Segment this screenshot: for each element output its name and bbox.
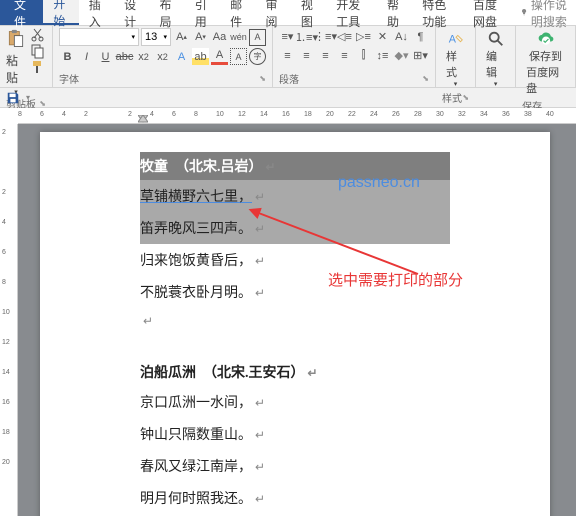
line-spacing-button[interactable]: ↕≡: [374, 47, 391, 64]
group-editing: 编辑 ▾: [476, 26, 516, 87]
show-marks-button[interactable]: ¶: [412, 28, 429, 45]
file-menu[interactable]: 文件: [0, 0, 43, 25]
cut-icon: [30, 27, 46, 43]
horizontal-ruler[interactable]: 8642246810121416182022242628303234363840: [18, 108, 576, 124]
callout-text: 选中需要打印的部分: [328, 269, 463, 290]
multilevel-list-button[interactable]: ⋮≡▾: [317, 28, 334, 45]
format-painter-button[interactable]: [30, 60, 46, 74]
bold-button[interactable]: B: [59, 48, 76, 65]
underline-button[interactable]: U: [97, 48, 114, 65]
paste-button[interactable]: 粘贴 ▾: [6, 28, 26, 96]
styles-label: 样式: [442, 90, 462, 105]
poem2-line2[interactable]: 钟山只隔数重山。↵: [140, 418, 450, 450]
tab-insert[interactable]: 插入: [79, 0, 114, 25]
copy-icon: [30, 43, 46, 59]
text-effects-button[interactable]: A: [173, 48, 190, 65]
font-size-select[interactable]: 13▾: [141, 28, 171, 46]
document-area[interactable]: 牧童 （北宋.吕岩）↵ 草铺横野六七里，↵ 笛弄晚风三四声。↵ 归来饱饭黄昏后，…: [18, 124, 576, 516]
styles-launcher[interactable]: ⬊: [462, 93, 469, 102]
cloud-save-icon: [537, 30, 555, 48]
italic-button[interactable]: I: [78, 48, 95, 65]
highlight-button[interactable]: ab: [192, 48, 209, 65]
tab-special[interactable]: 特色功能: [412, 0, 463, 25]
change-case-button[interactable]: Aa: [211, 29, 228, 46]
svg-text:A: A: [448, 34, 456, 46]
strikethrough-button[interactable]: abc: [116, 48, 133, 65]
superscript-button[interactable]: x2: [154, 48, 171, 65]
grow-font-button[interactable]: A▴: [173, 29, 190, 46]
tab-mailings[interactable]: 邮件: [220, 0, 255, 25]
styles-button[interactable]: A 样式 ▾: [442, 28, 469, 90]
paste-icon: [6, 28, 26, 50]
font-color-button[interactable]: A: [211, 48, 228, 65]
tab-baidu-disk[interactable]: 百度网盘: [463, 0, 514, 25]
font-family-select[interactable]: ▾: [59, 28, 139, 46]
numbering-button[interactable]: ⒈≡▾: [298, 28, 315, 45]
borders-button[interactable]: ⊞▾: [412, 47, 429, 64]
group-clipboard: 粘贴 ▾ 剪贴板⬊: [0, 26, 53, 87]
page: 牧童 （北宋.吕岩）↵ 草铺横野六七里，↵ 笛弄晚风三四声。↵ 归来饱饭黄昏后，…: [40, 132, 550, 516]
group-font: ▾ 13▾ A▴ A▾ Aa wén A B I U abc x2 x2 A a…: [53, 26, 273, 87]
group-styles: A 样式 ▾ 样式⬊: [436, 26, 476, 87]
tab-developer[interactable]: 开发工具: [326, 0, 377, 25]
paragraph-launcher[interactable]: ⬊: [422, 74, 429, 83]
editing-button[interactable]: 编辑 ▾: [482, 28, 509, 90]
poem2-line3[interactable]: 春风又绿江南岸，↵: [140, 450, 450, 482]
save-baidu-button[interactable]: 保存到 百度网盘: [522, 28, 569, 98]
font-label: 字体: [59, 71, 79, 86]
paragraph-label: 段落: [279, 71, 299, 86]
copy-button[interactable]: [30, 44, 46, 58]
tab-design[interactable]: 设计: [114, 0, 149, 25]
char-shading-button[interactable]: A: [230, 48, 247, 65]
distributed-button[interactable]: ⫿: [355, 47, 372, 64]
watermark-text: passneo.cn: [338, 174, 420, 192]
tab-help[interactable]: 帮助: [377, 0, 412, 25]
align-center-button[interactable]: ≡: [298, 47, 315, 64]
poem2-line1[interactable]: 京口瓜洲一水间，↵: [140, 386, 450, 418]
sort-button[interactable]: A↓: [393, 28, 410, 45]
font-launcher[interactable]: ⬊: [259, 74, 266, 83]
styles-icon: A: [447, 30, 465, 48]
char-border-button[interactable]: A: [249, 29, 266, 46]
brush-icon: [30, 59, 46, 75]
group-save: 保存到 百度网盘 保存: [516, 26, 576, 87]
align-left-button[interactable]: ≡: [279, 47, 296, 64]
poem1-line2[interactable]: 笛弄晚风三四声。↵: [140, 212, 450, 244]
asian-layout-button[interactable]: ✕: [374, 28, 391, 45]
clipboard-launcher[interactable]: ⬊: [39, 99, 46, 108]
enclosed-char-button[interactable]: 字: [249, 48, 266, 65]
poem2-title[interactable]: 泊船瓜洲 （北宋.王安石）↵: [140, 358, 450, 386]
tell-me-search[interactable]: 操作说明搜索: [514, 0, 576, 25]
shading-button[interactable]: ◆▾: [393, 47, 410, 64]
align-right-button[interactable]: ≡: [317, 47, 334, 64]
decrease-indent-button[interactable]: ◁≡: [336, 28, 353, 45]
justify-button[interactable]: ≡: [336, 47, 353, 64]
shrink-font-button[interactable]: A▾: [192, 29, 209, 46]
hanging-indent-marker[interactable]: [138, 115, 148, 123]
phonetic-guide-button[interactable]: wén: [230, 29, 247, 46]
save-icon[interactable]: [6, 91, 20, 105]
poem2-line4[interactable]: 明月何时照我还。↵: [140, 482, 450, 514]
group-paragraph: ≡▾ ⒈≡▾ ⋮≡▾ ◁≡ ▷≡ ✕ A↓ ¶ ≡ ≡ ≡ ≡ ⫿ ↕≡ ◆▾ …: [273, 26, 436, 87]
paragraph-mark: ↵: [266, 160, 276, 174]
bullets-button[interactable]: ≡▾: [279, 28, 296, 45]
cut-button[interactable]: [30, 28, 46, 42]
find-icon: [487, 30, 505, 48]
increase-indent-button[interactable]: ▷≡: [355, 28, 372, 45]
tab-view[interactable]: 视图: [291, 0, 326, 25]
tab-home[interactable]: 开始: [43, 0, 78, 25]
tab-references[interactable]: 引用: [185, 0, 220, 25]
vertical-ruler[interactable]: 22468101214161820: [0, 124, 18, 516]
subscript-button[interactable]: x2: [135, 48, 152, 65]
empty-para[interactable]: ↵: [140, 308, 450, 336]
lightbulb-icon: [520, 6, 528, 19]
tab-layout[interactable]: 布局: [149, 0, 184, 25]
tab-review[interactable]: 审阅: [256, 0, 291, 25]
